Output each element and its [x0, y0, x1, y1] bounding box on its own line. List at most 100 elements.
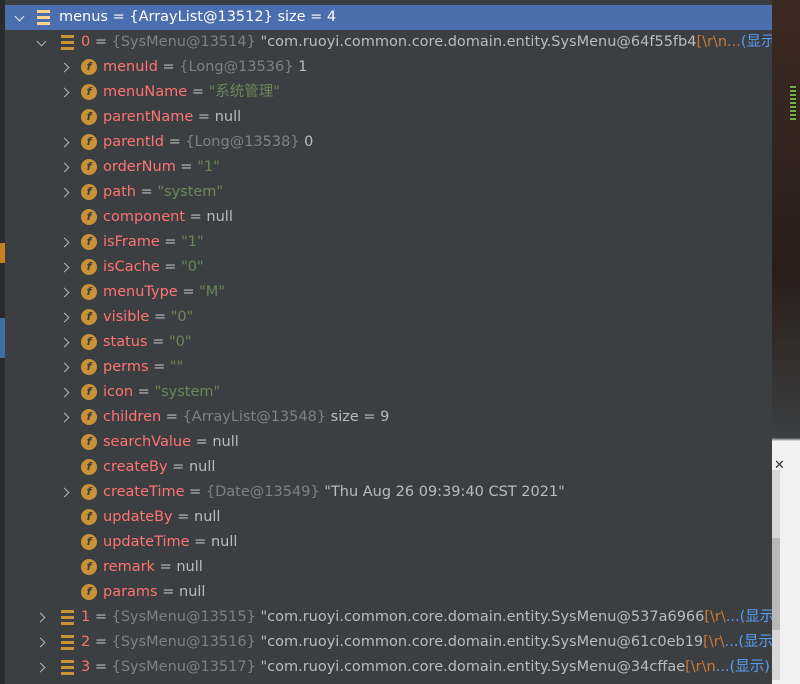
tree-row-field-isCache[interactable]: f isCache = "0"	[5, 255, 772, 280]
chevron-right-icon[interactable]	[59, 155, 73, 180]
chevron-right-icon[interactable]	[59, 280, 73, 305]
tree-row-field-children[interactable]: f children = {ArrayList@13548} size = 9	[5, 405, 772, 430]
item-index: 0	[81, 34, 91, 50]
tree-row-field-component[interactable]: f component = null	[5, 205, 772, 230]
chevron-right-icon[interactable]	[59, 305, 73, 330]
chevron-right-icon[interactable]	[59, 355, 73, 380]
field-ref: {Long@13538}	[185, 134, 300, 150]
field-value: "system"	[157, 184, 224, 200]
field-icon: f	[81, 409, 97, 425]
chevron-right-icon[interactable]	[59, 55, 73, 80]
chevron-right-icon[interactable]	[59, 180, 73, 205]
item-value: "com.ruoyi.common.core.domain.entity.Sys…	[260, 609, 705, 625]
field-name: children	[103, 409, 162, 425]
field-icon: f	[81, 459, 97, 475]
chevron-right-icon[interactable]	[59, 480, 73, 505]
show-more-link[interactable]: (显示)	[741, 34, 772, 50]
tree-row-field-menuId[interactable]: f menuId = {Long@13536} 1	[5, 55, 772, 80]
field-value: ""	[169, 359, 184, 375]
field-name: icon	[103, 384, 134, 400]
field-icon: f	[81, 109, 97, 125]
field-name: createBy	[103, 459, 168, 475]
field-icon: f	[81, 284, 97, 300]
tree-row-text: menuType = "M"	[103, 284, 225, 300]
tree-row-field-icon[interactable]: f icon = "system"	[5, 380, 772, 405]
tree-row-text: createBy = null	[103, 459, 216, 475]
chevron-right-icon[interactable]	[59, 255, 73, 280]
field-ref: {Long@13536}	[179, 59, 294, 75]
item-ref: {SysMenu@13515}	[111, 609, 256, 625]
tree-row-text: isFrame = "1"	[103, 234, 204, 250]
show-more-link[interactable]: ...(显示)	[725, 634, 772, 650]
field-value: "1"	[181, 234, 204, 250]
tree-row-text: menus = {ArrayList@13512} size = 4	[59, 9, 337, 25]
item-index: 2	[81, 634, 91, 650]
field-name: component	[103, 209, 186, 225]
tree-row-item-1[interactable]: 1 = {SysMenu@13515} "com.ruoyi.common.co…	[5, 605, 772, 630]
field-name: updateBy	[103, 509, 173, 525]
field-name: params	[103, 584, 158, 600]
tree-row-field-status[interactable]: f status = "0"	[5, 330, 772, 355]
field-value: "系统管理"	[208, 84, 280, 100]
chevron-down-icon[interactable]	[35, 30, 49, 55]
tree-row-field-updateTime[interactable]: f updateTime = null	[5, 530, 772, 555]
chevron-right-icon[interactable]	[59, 380, 73, 405]
tree-row-item-0[interactable]: 0 = {SysMenu@13514} "com.ruoyi.common.co…	[5, 30, 772, 55]
close-icon[interactable]: ✕	[774, 458, 785, 473]
object-icon	[61, 660, 74, 675]
item-escape: [\r\	[703, 634, 725, 650]
tree-row-field-path[interactable]: f path = "system"	[5, 180, 772, 205]
tree-row-field-params[interactable]: f params = null	[5, 580, 772, 605]
chevron-right-icon[interactable]	[35, 630, 49, 655]
chevron-down-icon[interactable]	[13, 5, 27, 30]
item-index: 3	[81, 659, 91, 675]
field-name: path	[103, 184, 136, 200]
tree-row-item-2[interactable]: 2 = {SysMenu@13516} "com.ruoyi.common.co…	[5, 630, 772, 655]
tree-row-text: orderNum = "1"	[103, 159, 220, 175]
tree-row-field-perms[interactable]: f perms = ""	[5, 355, 772, 380]
chevron-right-icon[interactable]	[59, 130, 73, 155]
chevron-right-icon[interactable]	[35, 605, 49, 630]
field-name: remark	[103, 559, 155, 575]
tree-row-field-createTime[interactable]: f createTime = {Date@13549} "Thu Aug 26 0…	[5, 480, 772, 505]
tree-row-text: updateTime = null	[103, 534, 238, 550]
tree-row-field-remark[interactable]: f remark = null	[5, 555, 772, 580]
tree-row-field-parentName[interactable]: f parentName = null	[5, 105, 772, 130]
field-value: 0	[304, 134, 314, 150]
object-icon	[61, 635, 74, 650]
tree-row-field-orderNum[interactable]: f orderNum = "1"	[5, 155, 772, 180]
tree-row-field-menuName[interactable]: f menuName = "系统管理"	[5, 80, 772, 105]
tree-row-field-createBy[interactable]: f createBy = null	[5, 455, 772, 480]
field-name: isCache	[103, 259, 160, 275]
tree-row-field-updateBy[interactable]: f updateBy = null	[5, 505, 772, 530]
field-value: null	[179, 584, 206, 600]
item-index: 1	[81, 609, 91, 625]
field-value: size = 9	[330, 409, 390, 425]
show-more-link[interactable]: ...(显示)	[726, 609, 772, 625]
tree-row-field-isFrame[interactable]: f isFrame = "1"	[5, 230, 772, 255]
tree-row-field-parentId[interactable]: f parentId = {Long@13538} 0	[5, 130, 772, 155]
chevron-right-icon[interactable]	[59, 80, 73, 105]
tree-row-field-searchValue[interactable]: f searchValue = null	[5, 430, 772, 455]
field-icon: f	[81, 434, 97, 450]
item-ref: {SysMenu@13516}	[111, 634, 256, 650]
tree-row-item-3[interactable]: 3 = {SysMenu@13517} "com.ruoyi.common.co…	[5, 655, 772, 680]
chevron-right-icon[interactable]	[35, 655, 49, 680]
chevron-right-icon[interactable]	[59, 230, 73, 255]
chevron-right-icon[interactable]	[59, 330, 73, 355]
field-name: orderNum	[103, 159, 176, 175]
tree-row-text: createTime = {Date@13549} "Thu Aug 26 09…	[103, 484, 565, 500]
show-more-link[interactable]: ...(显示)	[716, 659, 770, 675]
tree-row-text: isCache = "0"	[103, 259, 204, 275]
tree-row-text: children = {ArrayList@13548} size = 9	[103, 409, 390, 425]
field-name: status	[103, 334, 148, 350]
field-value: "M"	[199, 284, 225, 300]
field-icon: f	[81, 359, 97, 375]
tree-row-field-menuType[interactable]: f menuType = "M"	[5, 280, 772, 305]
field-value: "1"	[197, 159, 220, 175]
field-name: isFrame	[103, 234, 160, 250]
chevron-right-icon[interactable]	[59, 405, 73, 430]
field-icon: f	[81, 134, 97, 150]
tree-row-menus[interactable]: menus = {ArrayList@13512} size = 4	[5, 5, 772, 30]
tree-row-field-visible[interactable]: f visible = "0"	[5, 305, 772, 330]
